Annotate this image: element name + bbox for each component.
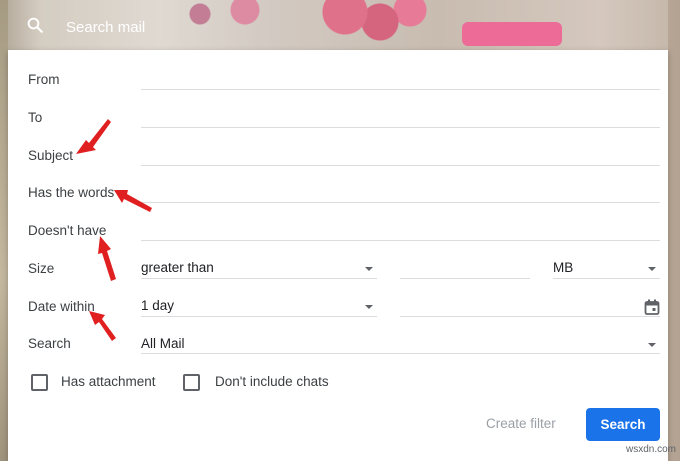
watermark: wsxdn.com	[626, 444, 677, 455]
arrow-has-words	[114, 190, 152, 212]
arrow-doesnt-have	[98, 236, 116, 281]
arrow-date-within	[89, 311, 116, 341]
arrow-subject	[76, 119, 111, 154]
annotation-arrows	[76, 119, 152, 341]
